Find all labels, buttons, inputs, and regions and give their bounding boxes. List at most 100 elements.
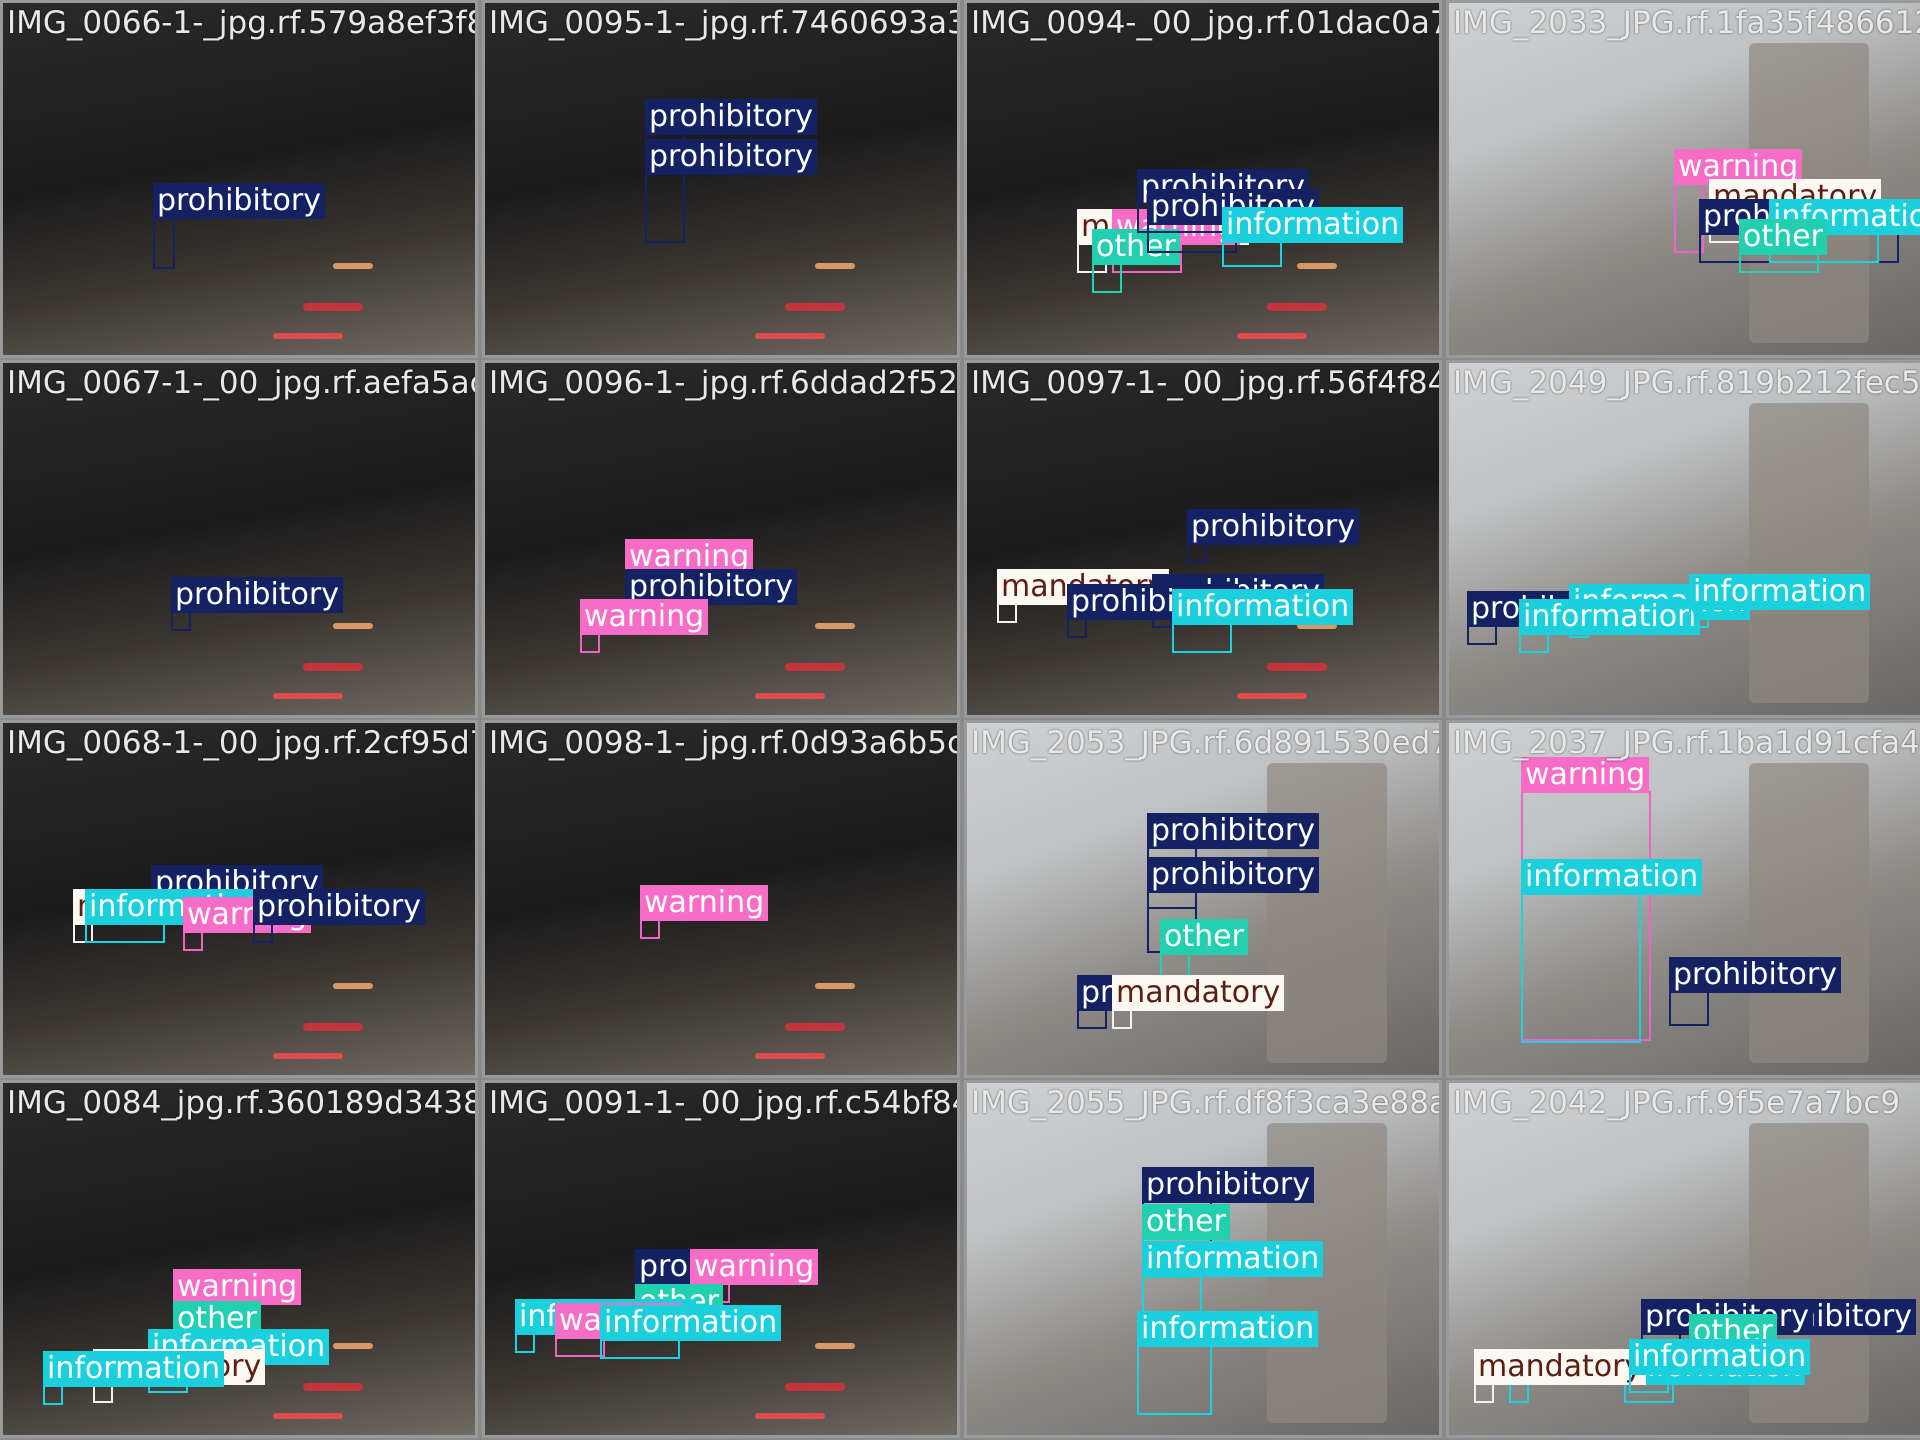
detection-box-other: other [1092, 229, 1180, 293]
detection-label: prohibitory [253, 889, 426, 925]
image-tile: IMG_2037_JPG.rf.1ba1d91cfa48 warning infor… [1446, 720, 1920, 1078]
detection-box-prohibitory: prohibitory [153, 183, 326, 269]
light-streak [815, 263, 855, 269]
detection-box-information: information [1142, 1241, 1324, 1315]
light-streak [815, 1343, 855, 1349]
image-tile: IMG_2033_JPG.rf.1fa35f486612 warning manda… [1446, 0, 1920, 358]
light-streak [273, 1413, 343, 1419]
image-tile: IMG_2053_JPG.rf.6d891530ed7d5340f84fproh… [964, 720, 1442, 1078]
detection-label: warning [690, 1249, 819, 1285]
detection-label: other [1739, 219, 1827, 255]
detection-box-warning: warning [640, 885, 769, 939]
tile-filename: IMG_0096-1-_jpg.rf.6ddad2f52e3078a20971 [489, 365, 960, 401]
light-streak [755, 1413, 825, 1419]
detection-label: prohibitory [1147, 857, 1320, 893]
detection-box-prohibitory: prohibitory [1067, 584, 1240, 638]
tile-filename: IMG_2055_JPG.rf.df8f3ca3e88a1f64c [971, 1085, 1442, 1121]
image-tile: IMG_2042_JPG.rf.9f5e7a7bc9prohibitorypro… [1446, 1080, 1920, 1438]
detection-box-other: other [1739, 219, 1827, 273]
detection-label: prohibitory [1669, 957, 1842, 993]
detection-box-information: information [85, 889, 267, 943]
light-streak [785, 303, 845, 311]
street-photo [3, 363, 475, 715]
detection-label: information [1689, 574, 1871, 610]
detection-label: prohibitory [1187, 509, 1360, 545]
light-streak [303, 1383, 363, 1391]
light-streak [1297, 263, 1337, 269]
light-streak [303, 663, 363, 671]
detection-label: warning [580, 599, 709, 635]
light-streak [1237, 333, 1307, 339]
detection-label: information [43, 1351, 225, 1387]
building-facade [1749, 403, 1869, 703]
image-tile: IMG_0095-1-_jpg.rf.7460693a3f9a3c4a2074p… [482, 0, 960, 358]
tile-filename: IMG_0067-1-_00_jpg.rf.aefa5ac0823f0e286 [7, 365, 478, 401]
detection-label: information [1172, 589, 1354, 625]
building-facade [1267, 763, 1387, 1063]
tile-filename: IMG_0066-1-_jpg.rf.579a8ef3f8d5fb4b2095 [7, 5, 478, 41]
detection-box-information: information [1629, 1339, 1811, 1393]
detection-box-prohibitory: prohibitory [1187, 509, 1360, 563]
detection-box-prohibitory: prohibitory [1077, 975, 1250, 1029]
tile-filename: IMG_2033_JPG.rf.1fa35f486612 [1453, 5, 1920, 41]
light-streak [273, 1053, 343, 1059]
image-tile: IMG_2049_JPG.rf.819b212fec56prohibitoryi… [1446, 360, 1920, 718]
detection-box-information: information [600, 1305, 782, 1359]
detection-label: warning [173, 1269, 302, 1305]
tile-filename: IMG_2042_JPG.rf.9f5e7a7bc9 [1453, 1085, 1901, 1121]
detection-label: information [1137, 1311, 1319, 1347]
light-streak [755, 693, 825, 699]
detection-label: information [1222, 207, 1404, 243]
light-streak [1237, 693, 1307, 699]
detection-box-information: information [1509, 1349, 1691, 1403]
detection-box-prohibitory: prohibitory [1669, 957, 1842, 1026]
detection-box-prohibitory: prohibitory [253, 889, 426, 943]
image-tile: IMG_0091-1-_00_jpg.rf.c54bf84f2prohibito… [482, 1080, 960, 1438]
tile-filename: IMG_0068-1-_00_jpg.rf.2cf95d77e7bee5681 [7, 725, 478, 761]
tile-filename: IMG_0095-1-_jpg.rf.7460693a3f9a3c4a2074 [489, 5, 960, 41]
light-streak [785, 663, 845, 671]
tile-filename: IMG_0094-_00_jpg.rf.01dac0a7bd4b702cd [971, 5, 1439, 41]
detection-box-mandatory: mandatory [1474, 1349, 1647, 1403]
detection-label: warning [1521, 757, 1650, 793]
detection-box-mandatory: mandatory [997, 569, 1170, 623]
street-photo [3, 3, 475, 355]
detection-label: information [1519, 599, 1701, 635]
detection-mosaic: IMG_0066-1-_jpg.rf.579a8ef3f8d5fb4b2095p… [0, 0, 1920, 1440]
detection-box-warning: warning [555, 1303, 684, 1357]
light-streak [785, 1023, 845, 1031]
detection-box-information: information [515, 1299, 697, 1353]
tile-filename: IMG_0098-1-_jpg.rf.0d93a6b5c8d53660f2 [489, 725, 957, 761]
image-tile: IMG_2055_JPG.rf.df8f3ca3e88a1f64cprohibi… [964, 1080, 1442, 1438]
tile-filename: IMG_0084_jpg.rf.360189d343818f79116801 [7, 1085, 475, 1121]
detection-label: prohibitory [645, 99, 818, 135]
detection-box-warning: warning [580, 599, 709, 653]
light-streak [1267, 663, 1327, 671]
detection-label: information [1521, 859, 1703, 895]
light-streak [755, 1053, 825, 1059]
tile-filename: IMG_0091-1-_00_jpg.rf.c54bf84f2 [489, 1085, 960, 1121]
detection-box-prohibitory: prohibitory [171, 577, 344, 631]
detection-box-information: information [1137, 1311, 1319, 1415]
detection-box-prohibitory: prohibitory [1467, 591, 1640, 645]
light-streak [333, 1343, 373, 1349]
tile-filename: IMG_2037_JPG.rf.1ba1d91cfa48 [1453, 725, 1920, 761]
light-streak [333, 263, 373, 269]
image-tile: IMG_0094-_00_jpg.rf.01dac0a7bd4b702cdman… [964, 0, 1442, 358]
detection-label: prohibitory [153, 183, 326, 219]
detection-box-information: information [1521, 859, 1703, 1043]
detection-box-mandatory: mandatory [1112, 975, 1285, 1029]
detection-box-information: information [1689, 574, 1871, 628]
light-streak [273, 333, 343, 339]
building-facade [1749, 763, 1869, 1063]
street-photo [485, 3, 957, 355]
tile-filename: IMG_2053_JPG.rf.6d891530ed7d5340f84f [971, 725, 1442, 761]
tile-filename: IMG_0097-1-_00_jpg.rf.56f4f848d1e62d89a [971, 365, 1442, 401]
detection-label: prohibitory [171, 577, 344, 613]
detection-label: mandatory [1112, 975, 1285, 1011]
detection-box-information: information [1222, 207, 1404, 267]
image-tile: IMG_0097-1-_00_jpg.rf.56f4f848d1e62d89ap… [964, 360, 1442, 718]
detection-label: other [1142, 1204, 1230, 1240]
light-streak [755, 333, 825, 339]
light-streak [815, 983, 855, 989]
